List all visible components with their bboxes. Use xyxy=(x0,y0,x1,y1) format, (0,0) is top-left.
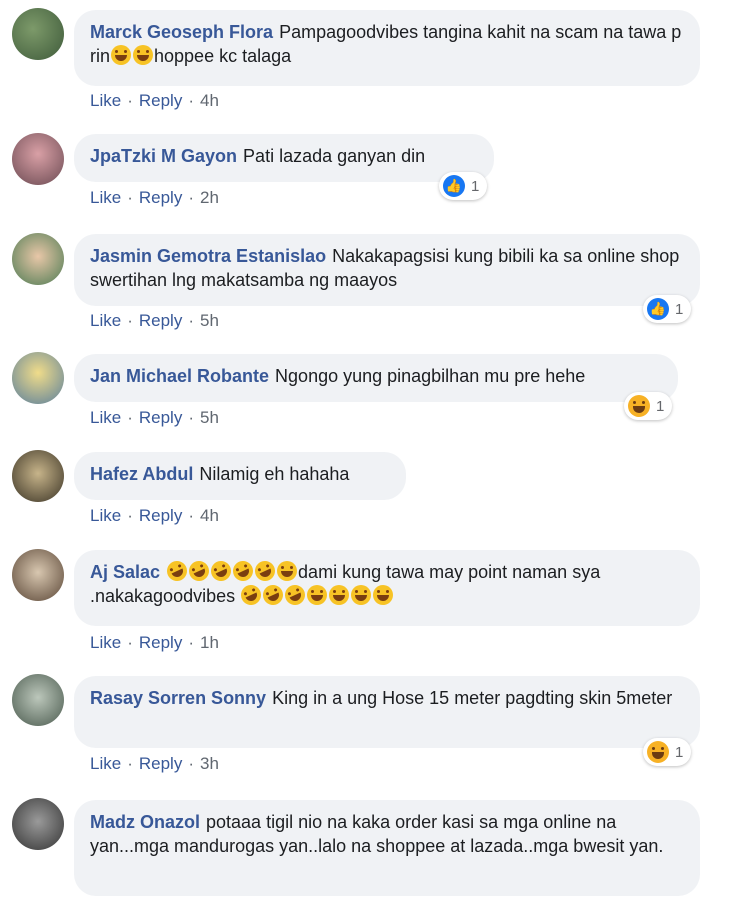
avatar[interactable] xyxy=(12,352,64,404)
avatar[interactable] xyxy=(12,798,64,850)
comment-actions: Like · Reply · 1h xyxy=(90,633,219,653)
comment-text: Ngongo yung pinagbilhan mu pre hehe xyxy=(275,366,586,386)
comment-actions: Like · Reply · 3h xyxy=(90,754,219,774)
separator-dot: · xyxy=(188,633,194,652)
comment-author[interactable]: Marck Geoseph Flora xyxy=(90,22,273,42)
separator-dot: · xyxy=(127,633,133,652)
avatar[interactable] xyxy=(12,8,64,60)
haha-icon xyxy=(647,741,669,763)
reply-link[interactable]: Reply xyxy=(139,633,182,652)
reaction-badge[interactable]: 👍 1 xyxy=(643,295,692,323)
like-icon: 👍 xyxy=(647,298,669,320)
separator-dot: · xyxy=(127,91,133,110)
avatar[interactable] xyxy=(12,133,64,185)
separator-dot: · xyxy=(188,311,194,330)
reaction-count: 1 xyxy=(471,177,480,195)
rofl-emoji-icon xyxy=(229,557,257,585)
avatar[interactable] xyxy=(12,233,64,285)
comment-author[interactable]: JpaTzki M Gayon xyxy=(90,146,237,166)
comment-text: Pati lazada ganyan din xyxy=(243,146,426,166)
separator-dot: · xyxy=(188,506,194,525)
like-link[interactable]: Like xyxy=(90,633,121,652)
comment-author[interactable]: Rasay Sorren Sonny xyxy=(90,688,266,708)
separator-dot: · xyxy=(127,311,133,330)
comment-timestamp[interactable]: 5h xyxy=(200,311,219,330)
laughing-emoji-icon xyxy=(329,585,350,605)
reply-link[interactable]: Reply xyxy=(139,754,182,773)
comment-actions: Like · Reply · 5h xyxy=(90,408,219,428)
laughing-emoji-icon xyxy=(277,561,298,581)
comment-timestamp[interactable]: 2h xyxy=(200,188,219,207)
comment-author[interactable]: Madz Onazol xyxy=(90,812,200,832)
comment-bubble: Jan Michael Robante Ngongo yung pinagbilh… xyxy=(74,354,678,402)
haha-icon xyxy=(628,395,650,417)
laughing-emoji-icon xyxy=(351,585,372,605)
comment-timestamp[interactable]: 4h xyxy=(200,506,219,525)
like-link[interactable]: Like xyxy=(90,311,121,330)
comment-bubble: JpaTzki M Gayon Pati lazada ganyan din xyxy=(74,134,494,182)
rofl-emoji-icon xyxy=(163,557,191,585)
laughing-emoji-icon xyxy=(307,585,328,605)
comment-bubble: Jasmin Gemotra Estanislao Nakakapagsisi k… xyxy=(74,234,700,306)
like-link[interactable]: Like xyxy=(90,408,121,427)
comment-text: Nilamig eh hahaha xyxy=(199,464,350,484)
comment-bubble: Hafez Abdul Nilamig eh hahaha xyxy=(74,452,406,500)
like-link[interactable]: Like xyxy=(90,188,121,207)
separator-dot: · xyxy=(127,188,133,207)
rofl-emoji-icon xyxy=(259,581,287,609)
comment-actions: Like · Reply · 2h xyxy=(90,188,219,208)
reply-link[interactable]: Reply xyxy=(139,408,182,427)
comment-actions: Like · Reply · 4h xyxy=(90,506,219,526)
comment-timestamp[interactable]: 3h xyxy=(200,754,219,773)
reaction-badge[interactable]: 1 xyxy=(643,738,692,766)
laughing-emoji-icon xyxy=(133,45,154,65)
separator-dot: · xyxy=(127,506,133,525)
separator-dot: · xyxy=(188,408,194,427)
separator-dot: · xyxy=(127,754,133,773)
reaction-count: 1 xyxy=(675,743,684,761)
comment-bubble: Madz Onazol potaaa tigil nio na kaka orde… xyxy=(74,800,700,896)
reply-link[interactable]: Reply xyxy=(139,311,182,330)
avatar[interactable] xyxy=(12,674,64,726)
reply-link[interactable]: Reply xyxy=(139,188,182,207)
rofl-emoji-icon xyxy=(237,581,265,609)
avatar[interactable] xyxy=(12,549,64,601)
comment-bubble: Marck Geoseph Flora Pampagoodvibes tangin… xyxy=(74,10,700,86)
comment-text: hoppee kc talaga xyxy=(154,46,292,66)
comment-bubble: Rasay Sorren Sonny King in a ung Hose 15 … xyxy=(74,676,700,748)
comment-author[interactable]: Aj Salac xyxy=(90,562,160,582)
reaction-badge[interactable]: 1 xyxy=(624,392,673,420)
like-icon: 👍 xyxy=(443,175,465,197)
rofl-emoji-icon xyxy=(207,557,235,585)
laughing-emoji-icon xyxy=(111,45,132,65)
reaction-count: 1 xyxy=(675,300,684,318)
avatar[interactable] xyxy=(12,450,64,502)
comment-timestamp[interactable]: 4h xyxy=(200,91,219,110)
rofl-emoji-icon xyxy=(251,557,279,585)
like-link[interactable]: Like xyxy=(90,506,121,525)
separator-dot: · xyxy=(188,188,194,207)
comment-text: King in a ung Hose 15 meter pagdting ski… xyxy=(272,688,673,708)
like-link[interactable]: Like xyxy=(90,754,121,773)
separator-dot: · xyxy=(188,754,194,773)
comment-actions: Like · Reply · 4h xyxy=(90,91,219,111)
comment-author[interactable]: Jasmin Gemotra Estanislao xyxy=(90,246,326,266)
rofl-emoji-icon xyxy=(281,581,309,609)
comment-author[interactable]: Jan Michael Robante xyxy=(90,366,269,386)
reply-link[interactable]: Reply xyxy=(139,506,182,525)
separator-dot: · xyxy=(127,408,133,427)
reply-link[interactable]: Reply xyxy=(139,91,182,110)
comment-timestamp[interactable]: 1h xyxy=(200,633,219,652)
comment-bubble: Aj Salac dami kung tawa may point naman s… xyxy=(74,550,700,626)
reaction-badge[interactable]: 👍 1 xyxy=(439,172,488,200)
like-link[interactable]: Like xyxy=(90,91,121,110)
reaction-count: 1 xyxy=(656,397,665,415)
comment-actions: Like · Reply · 5h xyxy=(90,311,219,331)
separator-dot: · xyxy=(188,91,194,110)
comment-timestamp[interactable]: 5h xyxy=(200,408,219,427)
laughing-emoji-icon xyxy=(373,585,394,605)
comment-author[interactable]: Hafez Abdul xyxy=(90,464,193,484)
rofl-emoji-icon xyxy=(185,557,213,585)
